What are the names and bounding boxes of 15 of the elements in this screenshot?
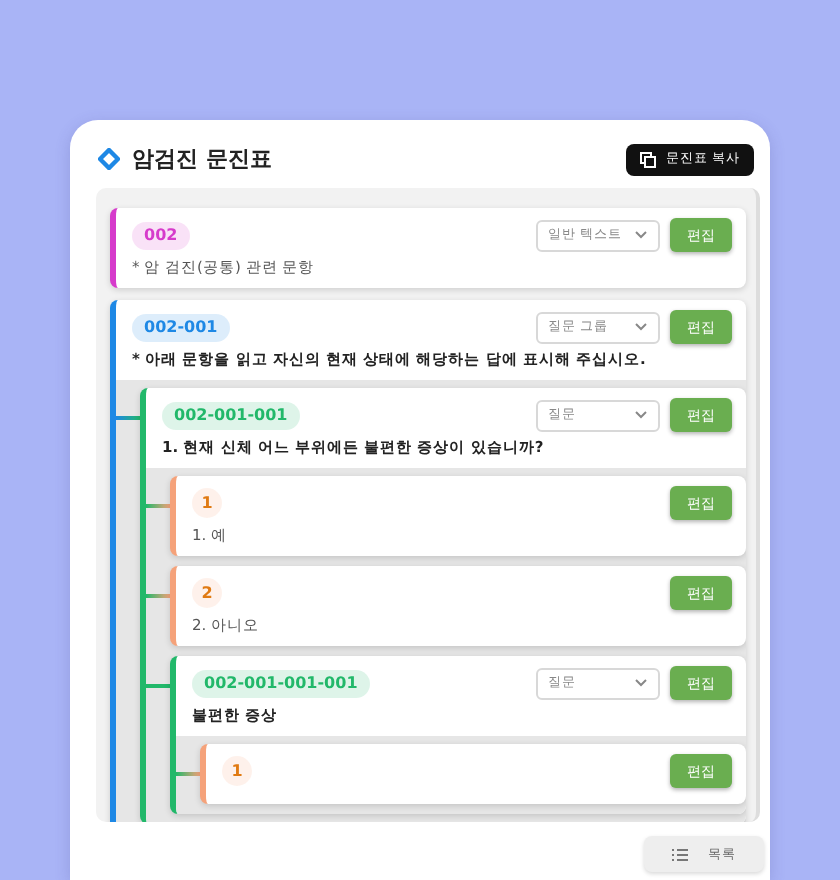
chevron-down-icon: [634, 322, 648, 332]
code-badge: 1: [222, 756, 252, 786]
chevron-down-icon: [634, 678, 648, 688]
code-badge: 1: [192, 488, 222, 518]
code-badge: 002: [132, 221, 190, 249]
chevron-down-icon: [634, 230, 648, 240]
diamond-icon: [98, 148, 120, 170]
page-title: 암검진 문진표: [132, 144, 272, 174]
copy-icon: [639, 151, 656, 167]
code-badge: 002-001-001: [162, 401, 300, 429]
code-badge: 2: [192, 578, 222, 608]
code-badge: 002-001-001-001: [192, 669, 370, 697]
chevron-down-icon: [634, 410, 648, 420]
list-icon: [672, 847, 688, 861]
code-badge: 002-001: [132, 313, 230, 341]
